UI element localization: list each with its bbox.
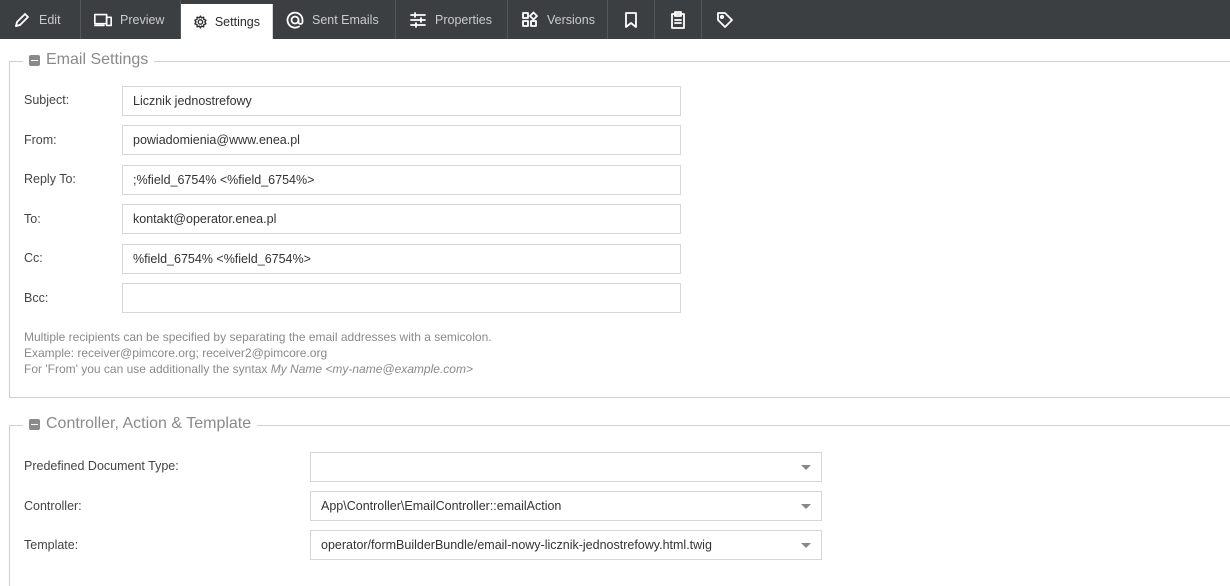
cc-label: Cc: <box>24 251 43 265</box>
help-syntax-example: My Name <my-name@example.com> <box>270 362 473 376</box>
controller-fieldset: Controller, Action & Template Predefined… <box>9 415 1230 586</box>
controller-select[interactable]: App\Controller\EmailController::emailAct… <box>310 491 822 521</box>
to-label: To: <box>24 212 41 226</box>
reply-to-label: Reply To: <box>24 172 76 186</box>
controller-label: Controller: <box>24 499 82 513</box>
tab-bookmark[interactable] <box>608 0 655 39</box>
help-line: For 'From' you can use additionally the … <box>24 361 492 377</box>
from-label: From: <box>24 133 57 147</box>
tab-edit[interactable]: Edit <box>0 0 81 39</box>
chevron-down-icon[interactable] <box>801 543 811 548</box>
reply-to-input[interactable]: ;%field_6754% <%field_6754%> <box>122 165 681 195</box>
help-line: Example: receiver@pimcore.org; receiver2… <box>24 346 328 360</box>
email-settings-fieldset: Email Settings Subject: Licznik jednostr… <box>9 51 1230 398</box>
tab-tags[interactable] <box>702 0 749 39</box>
email-settings-title: Email Settings <box>46 51 149 68</box>
email-settings-legend[interactable]: Email Settings <box>23 51 155 69</box>
tab-versions[interactable]: Versions <box>508 0 608 39</box>
cc-input[interactable]: %field_6754% <%field_6754%> <box>122 244 681 274</box>
chevron-down-icon[interactable] <box>801 465 811 470</box>
controller-legend[interactable]: Controller, Action & Template <box>23 415 258 433</box>
tab-label: Versions <box>547 12 595 27</box>
collapse-icon[interactable] <box>29 54 40 66</box>
help-line-prefix: For 'From' you can use additionally the … <box>24 362 271 376</box>
bookmark-icon <box>625 11 637 28</box>
doc-type-select[interactable] <box>310 452 822 482</box>
subject-label: Subject: <box>24 93 70 107</box>
doc-type-label: Predefined Document Type: <box>24 459 179 473</box>
chevron-down-icon[interactable] <box>801 504 811 509</box>
at-sign-icon <box>286 11 304 29</box>
sliders-icon <box>410 11 426 28</box>
recipients-help-text: Multiple recipients can be specified by … <box>24 329 492 377</box>
devices-icon <box>93 13 112 26</box>
gear-icon <box>194 14 207 29</box>
from-input[interactable]: powiadomienia@www.enea.pl <box>122 125 681 155</box>
controller-value: App\Controller\EmailController::emailAct… <box>321 499 562 513</box>
clipboard-icon <box>671 10 685 29</box>
help-line: Multiple recipients can be specified by … <box>24 330 492 344</box>
tab-clipboard[interactable] <box>655 0 702 39</box>
template-value: operator/formBuilderBundle/email-nowy-li… <box>321 538 712 552</box>
tab-properties[interactable]: Properties <box>396 0 508 39</box>
tab-label: Edit <box>39 12 61 27</box>
bcc-input[interactable] <box>122 283 681 313</box>
subject-input[interactable]: Licznik jednostrefowy <box>122 86 681 116</box>
tab-label: Settings <box>214 14 260 29</box>
blocks-icon <box>522 11 538 27</box>
template-label: Template: <box>24 538 79 552</box>
tag-icon <box>717 11 733 28</box>
tab-label: Preview <box>120 12 165 27</box>
controller-section-title: Controller, Action & Template <box>46 415 252 432</box>
document-toolbar: Edit Preview Settings Sent Emails Proper… <box>0 0 1230 39</box>
tab-label: Sent Emails <box>312 12 379 27</box>
collapse-icon[interactable] <box>29 418 40 430</box>
bcc-label: Bcc: <box>24 291 49 305</box>
pencil-icon <box>15 12 29 27</box>
tab-label: Properties <box>435 12 492 27</box>
tab-settings[interactable]: Settings <box>181 4 273 39</box>
tab-preview[interactable]: Preview <box>81 0 181 39</box>
tab-sent-emails[interactable]: Sent Emails <box>273 0 396 39</box>
to-input[interactable]: kontakt@operator.enea.pl <box>122 204 681 234</box>
template-select[interactable]: operator/formBuilderBundle/email-nowy-li… <box>310 530 822 560</box>
